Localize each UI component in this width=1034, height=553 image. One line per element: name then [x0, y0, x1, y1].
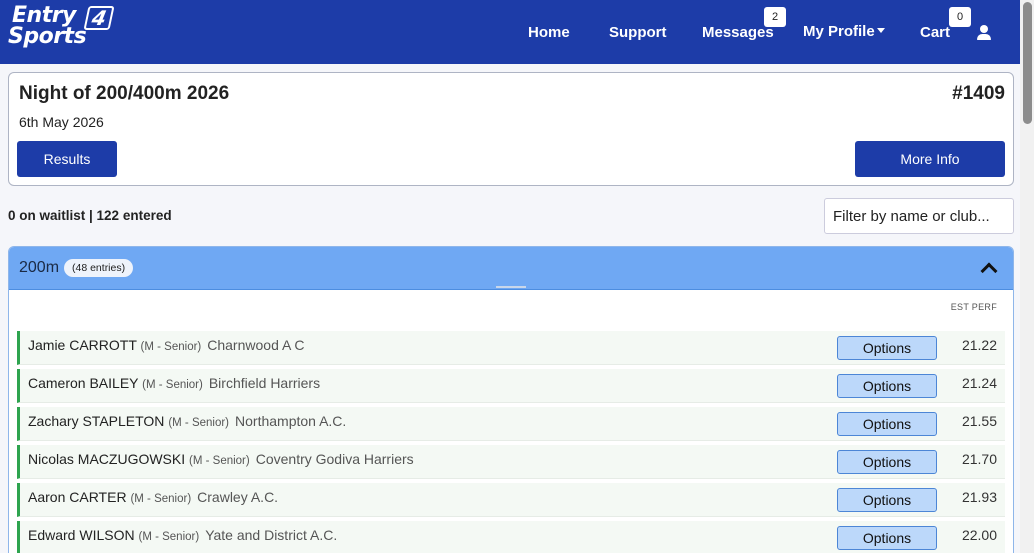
nav-messages-link[interactable]: Messages [702, 24, 774, 41]
est-perf-value: 21.22 [961, 337, 997, 353]
entry-row: Edward WILSON (M - Senior) Yate and Distr… [17, 521, 1005, 553]
scrollbar-thumb[interactable] [1023, 2, 1032, 124]
est-perf-value: 22.00 [961, 527, 997, 543]
athlete-category: (M - Senior) [189, 455, 250, 467]
event-title: Night of 200/400m 2026 [19, 83, 230, 104]
event-card: Night of 200/400m 2026 #1409 6th May 202… [8, 72, 1014, 186]
top-navbar: Entry 4 Sports Home Support Messages 2 M… [0, 0, 1020, 64]
athlete-name: Nicolas MACZUGOWSKI [28, 451, 186, 467]
athlete-club: Yate and District A.C. [205, 527, 338, 543]
athlete-category: (M - Senior) [130, 493, 192, 505]
event-id: #1409 [952, 83, 1005, 104]
entry-row: Zachary STAPLETON (M - Senior) Northampto… [17, 407, 1005, 441]
entry-summary: 0 on waitlist | 122 entered [8, 208, 172, 223]
est-perf-value: 21.70 [961, 451, 997, 467]
athlete-club: Northampton A.C. [235, 413, 347, 429]
chevron-up-icon[interactable] [981, 260, 995, 274]
options-button[interactable]: Options [837, 336, 937, 360]
logo-text-entry: Entry [12, 3, 76, 28]
user-icon[interactable] [977, 25, 991, 40]
page-scrollbar[interactable] [1020, 0, 1034, 553]
panel-header[interactable]: 200m (48 entries) [9, 247, 1013, 290]
entries-count-badge: (48 entries) [64, 259, 134, 277]
drag-handle [496, 286, 526, 288]
athlete-club: Crawley A.C. [197, 489, 279, 505]
athlete-name: Aaron CARTER [28, 489, 127, 505]
panel-title: 200m [19, 259, 60, 276]
athlete-club: Charnwood A C [207, 337, 305, 353]
messages-count-badge: 2 [764, 7, 786, 27]
logo-text-four: 4 [83, 6, 115, 30]
nav-cart-link[interactable]: Cart [920, 24, 950, 41]
entry-row: Aaron CARTER (M - Senior) Crawley A.C. Op… [17, 483, 1005, 517]
nav-my-profile-dropdown[interactable]: My Profile [803, 23, 875, 40]
nav-support-link[interactable]: Support [609, 24, 667, 41]
nav-home-link[interactable]: Home [528, 24, 570, 41]
options-button[interactable]: Options [837, 450, 937, 474]
entry-row: Jamie CARROTT (M - Senior) Charnwood A C … [17, 331, 1005, 365]
options-button[interactable]: Options [837, 526, 937, 550]
options-button[interactable]: Options [837, 412, 937, 436]
more-info-button[interactable]: More Info [855, 141, 1005, 177]
entry4sports-logo[interactable]: Entry 4 Sports [8, 3, 115, 50]
options-button[interactable]: Options [837, 488, 937, 512]
entry-row: Nicolas MACZUGOWSKI (M - Senior) Coventry… [17, 445, 1005, 479]
athlete-name: Edward WILSON [28, 527, 135, 543]
cart-count-badge: 0 [949, 7, 971, 27]
athlete-name: Cameron BAILEY [28, 375, 139, 391]
event-entries-panel: 200m (48 entries) EST PERF Jamie CARROTT… [8, 246, 1014, 553]
athlete-club: Coventry Godiva Harriers [255, 451, 414, 467]
results-button[interactable]: Results [17, 141, 117, 177]
event-date: 6th May 2026 [19, 114, 104, 130]
est-perf-value: 21.93 [961, 489, 997, 505]
athlete-club: Birchfield Harriers [208, 375, 321, 391]
athlete-name: Jamie CARROTT [28, 337, 137, 353]
chevron-down-icon[interactable] [877, 28, 885, 33]
est-perf-value: 21.24 [961, 375, 997, 391]
filter-input[interactable] [824, 198, 1014, 234]
athlete-name: Zachary STAPLETON [28, 413, 165, 429]
est-perf-column-header: EST PERF [950, 302, 997, 312]
entry-row: Cameron BAILEY (M - Senior) Birchfield Ha… [17, 369, 1005, 403]
est-perf-value: 21.55 [961, 413, 997, 429]
athlete-category: (M - Senior) [142, 379, 203, 391]
athlete-category: (M - Senior) [140, 341, 202, 353]
athlete-category: (M - Senior) [138, 531, 200, 543]
athlete-category: (M - Senior) [168, 417, 230, 429]
logo-text-sports: Sports [8, 24, 87, 49]
options-button[interactable]: Options [837, 374, 937, 398]
